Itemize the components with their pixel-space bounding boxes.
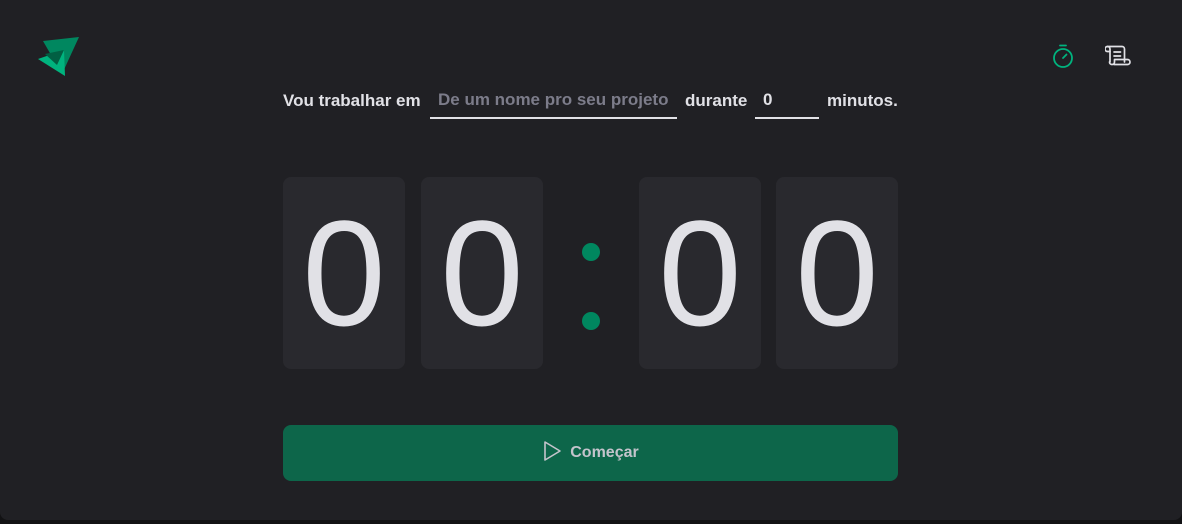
separator-dot: [582, 312, 600, 330]
play-icon: [542, 440, 562, 467]
minute-tens-digit: 0: [283, 177, 405, 369]
duration-label: durante: [685, 91, 748, 110]
minute-ones-digit: 0: [421, 177, 543, 369]
task-label: Vou trabalhar em: [283, 91, 421, 110]
start-button[interactable]: Começar: [283, 425, 898, 481]
countdown-separator: [566, 177, 615, 369]
separator-dot: [582, 243, 600, 261]
logo-icon: [37, 36, 81, 78]
minutes-label: minutos.: [827, 91, 898, 110]
timer-icon[interactable]: [1049, 42, 1077, 70]
task-name-input[interactable]: [430, 82, 677, 119]
task-form: Vou trabalhar em durante minutos.: [283, 82, 898, 122]
second-tens-digit: 0: [639, 177, 761, 369]
app-window: Vou trabalhar em durante minutos. 0 0 0 …: [0, 0, 1182, 520]
minutes-input[interactable]: [755, 82, 819, 119]
countdown: 0 0 0 0: [283, 177, 898, 369]
start-button-label: Começar: [570, 444, 639, 461]
scroll-icon[interactable]: [1104, 42, 1132, 70]
second-ones-digit: 0: [776, 177, 898, 369]
